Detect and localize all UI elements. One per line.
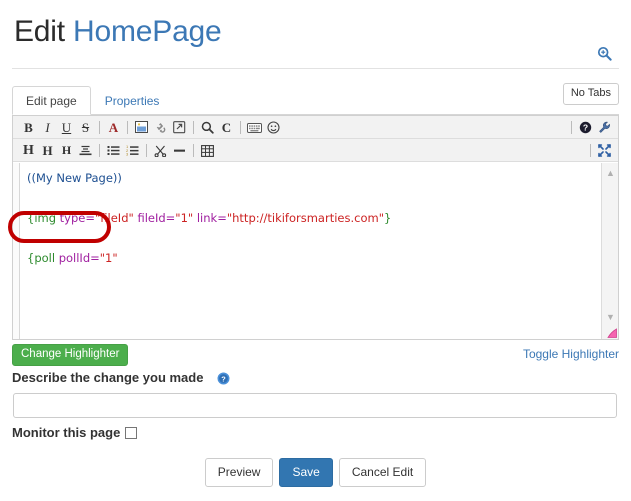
- keyboard-icon[interactable]: [245, 117, 264, 138]
- page-title: Edit HomePage: [12, 0, 619, 50]
- tab-bar: Edit page Properties: [12, 86, 619, 115]
- highlighter-row: Change Highlighter Toggle Highlighter: [12, 344, 619, 364]
- numbered-list-icon[interactable]: 123: [123, 140, 142, 161]
- resize-handle[interactable]: [604, 325, 617, 338]
- toolbar-separator: [590, 144, 591, 157]
- tab-properties-label: Properties: [105, 94, 160, 108]
- title-divider: [12, 68, 619, 69]
- page-title-prefix: Edit: [14, 15, 73, 48]
- editor-token: "fileId": [95, 211, 134, 225]
- toolbar-separator: [571, 121, 572, 134]
- svg-text:?: ?: [583, 123, 588, 133]
- toolbar-separator: [99, 121, 100, 134]
- toolbar-separator: [193, 121, 194, 134]
- editor-token: {img: [27, 211, 60, 225]
- editor-token: link=: [197, 211, 227, 225]
- monitor-page-checkbox[interactable]: [125, 427, 137, 439]
- editor-token: "1": [100, 251, 118, 265]
- title-tools: [597, 46, 619, 64]
- underline-icon[interactable]: U: [57, 117, 76, 138]
- heading-3-icon[interactable]: H: [57, 140, 76, 161]
- heading-2-icon[interactable]: H: [38, 140, 57, 161]
- editor-token: type=: [60, 211, 95, 225]
- insert-image-icon[interactable]: [132, 117, 151, 138]
- editor-token: }: [384, 211, 391, 225]
- describe-change-label: Describe the change you made: [12, 370, 203, 386]
- edit-page-screen: Edit HomePage No Tabs Edit page Properti…: [0, 0, 631, 501]
- editor-token: "1": [175, 211, 193, 225]
- editor-line: [27, 188, 601, 208]
- save-button[interactable]: Save: [279, 458, 332, 487]
- magnifier-plus-icon[interactable]: [597, 46, 612, 61]
- editor-line: [27, 228, 601, 248]
- toolbar-row-2-items: H H H: [19, 139, 217, 162]
- editor-token: pollId=: [59, 251, 100, 265]
- external-link-icon[interactable]: [170, 117, 189, 138]
- page-title-object: HomePage: [73, 15, 222, 48]
- toolbar-separator: [127, 121, 128, 134]
- tab-edit-page-label: Edit page: [26, 94, 77, 108]
- editor-vertical-scrollbar[interactable]: ▲ ▼: [601, 163, 618, 339]
- search-icon[interactable]: [198, 117, 217, 138]
- svg-text:3: 3: [126, 151, 129, 156]
- toolbar-separator: [146, 144, 147, 157]
- help-circle-icon[interactable]: ?: [217, 372, 230, 385]
- toolbar-separator: [193, 144, 194, 157]
- insert-link-icon[interactable]: [151, 117, 170, 138]
- strikethrough-icon[interactable]: S: [76, 117, 95, 138]
- tab-properties[interactable]: Properties: [91, 86, 174, 115]
- wiki-editor: B I U S A: [12, 115, 619, 340]
- toolbar-separator: [240, 121, 241, 134]
- bullet-list-icon[interactable]: [104, 140, 123, 161]
- table-icon[interactable]: [198, 140, 217, 161]
- horizontal-rule-icon[interactable]: [170, 140, 189, 161]
- change-highlighter-button[interactable]: Change Highlighter: [12, 344, 128, 366]
- toolbar-row-1-items: B I U S A: [19, 116, 283, 139]
- text-color-icon[interactable]: A: [104, 117, 123, 138]
- editor-line: {img type="fileId" fileId="1" link="http…: [27, 208, 601, 228]
- editor-token: ((My New Page)): [27, 171, 122, 185]
- monitor-page-row: Monitor this page: [12, 424, 137, 442]
- editor-token: "http://tikiforsmarties.com": [227, 211, 384, 225]
- toolbar-row-2-right-items: [586, 139, 614, 162]
- wrench-icon[interactable]: [595, 117, 614, 138]
- editor-line: ((My New Page)): [27, 168, 601, 188]
- describe-change-input[interactable]: [13, 393, 617, 418]
- bold-icon[interactable]: B: [19, 117, 38, 138]
- preview-button[interactable]: Preview: [205, 458, 274, 487]
- monitor-page-label: Monitor this page: [12, 425, 120, 441]
- italic-icon[interactable]: I: [38, 117, 57, 138]
- fullscreen-icon[interactable]: [595, 140, 614, 161]
- toolbar-row-1-right-items: ?: [567, 116, 614, 139]
- smiley-icon[interactable]: [264, 117, 283, 138]
- editor-token: fileId=: [137, 211, 175, 225]
- heading-1-icon[interactable]: H: [19, 140, 38, 161]
- tab-edit-page[interactable]: Edit page: [12, 86, 91, 115]
- editor-textarea[interactable]: ((My New Page)) {img type="fileId" fileI…: [13, 163, 618, 339]
- editor-token: {poll: [27, 251, 59, 265]
- scroll-up-icon[interactable]: ▲: [602, 165, 618, 181]
- cut-scissors-icon[interactable]: [151, 140, 170, 161]
- scroll-down-icon[interactable]: ▼: [602, 309, 618, 325]
- describe-change-row: Describe the change you made ?: [12, 368, 230, 388]
- form-action-buttons: Preview Save Cancel Edit: [0, 458, 631, 487]
- align-center-icon[interactable]: [76, 140, 95, 161]
- editor-line: {poll pollId="1": [27, 248, 601, 268]
- editor-gutter: [13, 163, 20, 339]
- editor-code-content[interactable]: ((My New Page)) {img type="fileId" fileI…: [20, 163, 601, 339]
- toolbar-separator: [99, 144, 100, 157]
- editor-toolbar-row-1: B I U S A: [13, 116, 618, 139]
- help-icon[interactable]: ?: [576, 117, 595, 138]
- editor-toolbar-row-2: H H H: [13, 139, 618, 162]
- toggle-highlighter-link[interactable]: Toggle Highlighter: [523, 344, 619, 364]
- reload-icon: C: [217, 117, 236, 138]
- svg-text:?: ?: [222, 374, 227, 383]
- cancel-edit-button[interactable]: Cancel Edit: [339, 458, 426, 487]
